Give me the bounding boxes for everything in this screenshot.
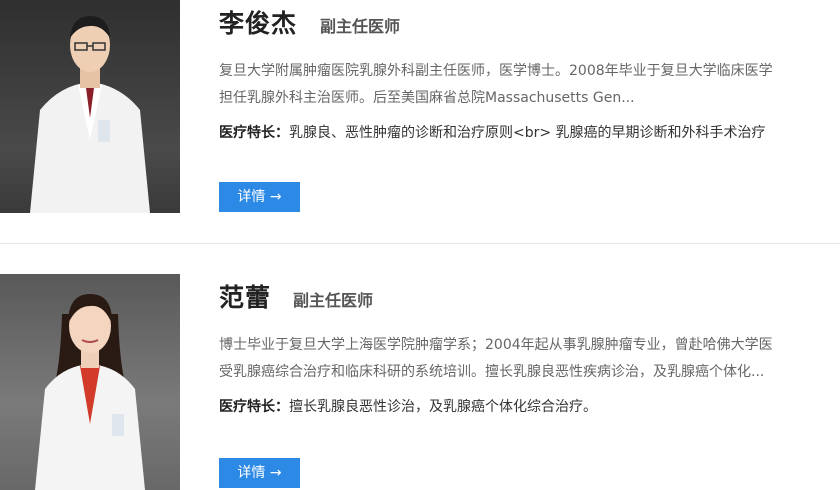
description-line: 复旦大学附属肿瘤医院乳腺外科副主任医师，医学博士。2008年毕业于复旦大学临床医… bbox=[219, 63, 773, 79]
doctor-info: 李俊杰 副主任医师 复旦大学附属肿瘤医院乳腺外科副主任医师，医学博士。2008年… bbox=[219, 0, 840, 212]
doctor-title: 副主任医师 bbox=[320, 17, 401, 36]
specialty-text: 擅长乳腺良恶性诊治，及乳腺癌个体化综合治疗。 bbox=[289, 399, 597, 415]
doctor-description: 复旦大学附属肿瘤医院乳腺外科副主任医师，医学博士。2008年毕业于复旦大学临床医… bbox=[219, 58, 773, 112]
doctor-photo[interactable] bbox=[0, 274, 180, 490]
doctor-description: 博士毕业于复旦大学上海医学院肿瘤学系；2004年起从事乳腺肿瘤专业，曾赴哈佛大学… bbox=[219, 332, 773, 386]
doctor-info: 范蕾 副主任医师 博士毕业于复旦大学上海医学院肿瘤学系；2004年起从事乳腺肿瘤… bbox=[219, 274, 840, 488]
doctor-card: 范蕾 副主任医师 博士毕业于复旦大学上海医学院肿瘤学系；2004年起从事乳腺肿瘤… bbox=[0, 244, 840, 490]
doctor-specialty: 医疗特长：擅长乳腺良恶性诊治，及乳腺癌个体化综合治疗。 bbox=[219, 396, 597, 416]
specialty-label: 医疗特长： bbox=[219, 125, 289, 141]
specialty-label: 医疗特长： bbox=[219, 399, 289, 415]
details-button[interactable]: 详情 → bbox=[219, 458, 300, 488]
doctor-card: 李俊杰 副主任医师 复旦大学附属肿瘤医院乳腺外科副主任医师，医学博士。2008年… bbox=[0, 0, 840, 243]
description-line: 博士毕业于复旦大学上海医学院肿瘤学系；2004年起从事乳腺肿瘤专业，曾赴哈佛大学… bbox=[219, 337, 773, 353]
specialty-text: 乳腺良、恶性肿瘤的诊断和治疗原则<br> 乳腺癌的早期诊断和外科手术治疗 bbox=[289, 125, 766, 141]
doctor-name: 范蕾 bbox=[219, 283, 272, 312]
description-line: 担任乳腺外科主治医师。后至美国麻省总院Massachusetts Gen... bbox=[219, 90, 635, 106]
doctor-name: 李俊杰 bbox=[219, 9, 298, 38]
doctor-specialty: 医疗特长：乳腺良、恶性肿瘤的诊断和治疗原则<br> 乳腺癌的早期诊断和外科手术治… bbox=[219, 122, 766, 142]
details-button[interactable]: 详情 → bbox=[219, 182, 300, 212]
doctor-photo[interactable] bbox=[0, 0, 180, 213]
name-row: 李俊杰 副主任医师 bbox=[219, 0, 840, 42]
doctor-title: 副主任医师 bbox=[293, 291, 374, 310]
name-row: 范蕾 副主任医师 bbox=[219, 274, 840, 316]
description-line: 受乳腺癌综合治疗和临床科研的系统培训。擅长乳腺良恶性疾病诊治，及乳腺癌个体化..… bbox=[219, 364, 765, 380]
